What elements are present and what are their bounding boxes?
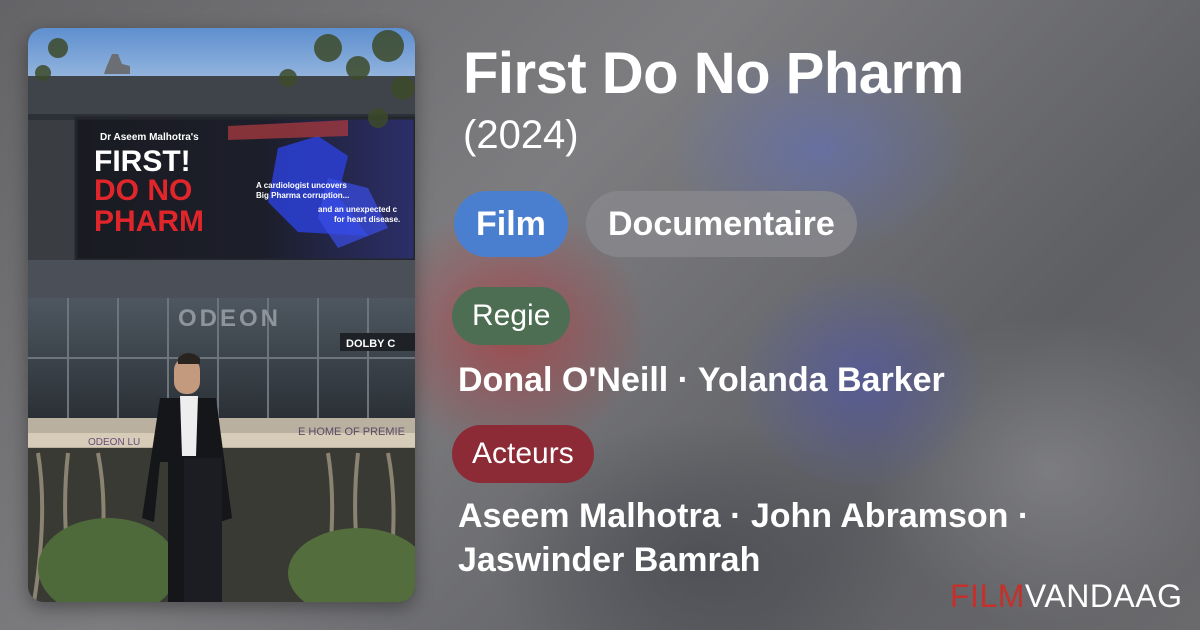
dolby-sign: DOLBY C <box>346 338 395 350</box>
logo-part-film: FILM <box>950 578 1025 614</box>
billboard-tagline-1: A cardiologist uncovers <box>256 181 347 190</box>
billboard-tagline-4: for heart disease. <box>334 215 400 224</box>
director-names[interactable]: Donal O'Neill · Yolanda Barker <box>458 358 1158 402</box>
regie-label: Regie <box>452 287 571 345</box>
billboard-tagline-2: Big Pharma corruption... <box>256 191 349 200</box>
billboard-title-2: DO NO <box>94 174 192 207</box>
actor-names-line-2: Jaswinder Bamrah <box>458 541 761 579</box>
genre-chip[interactable]: Documentaire <box>586 191 857 257</box>
filmvandaag-logo[interactable]: FILMVANDAAG <box>950 578 1183 615</box>
acteurs-label: Acteurs <box>452 425 594 483</box>
actor-names-line-1: Aseem Malhotra · John Abramson · <box>458 497 1030 535</box>
billboard-tagline-3: and an unexpected c <box>318 205 398 214</box>
actor-names[interactable]: Aseem Malhotra · John Abramson · Jaswind… <box>458 494 1158 582</box>
movie-title: First Do No Pharm <box>463 41 964 106</box>
movie-info: First Do No Pharm (2024) Film Documentai… <box>452 0 1180 630</box>
cinema-sign: ODEON <box>178 305 281 332</box>
logo-part-vandaag: VANDAAG <box>1024 578 1183 614</box>
billboard-title-3: PHARM <box>94 205 204 238</box>
movie-poster[interactable]: Dr Aseem Malhotra's FIRST! DO NO PHARM A… <box>28 28 415 602</box>
type-chip[interactable]: Film <box>454 191 568 257</box>
movie-year: (2024) <box>463 113 579 157</box>
billboard-credit: Dr Aseem Malhotra's <box>100 132 199 143</box>
poster-photo: Dr Aseem Malhotra's FIRST! DO NO PHARM A… <box>28 28 415 602</box>
banner-right: E HOME OF PREMIE <box>298 426 405 438</box>
banner-left: ODEON LU <box>88 437 140 448</box>
